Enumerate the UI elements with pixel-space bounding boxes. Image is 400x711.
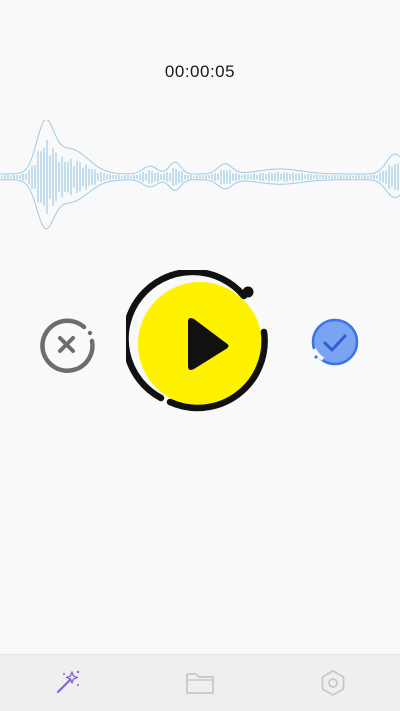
settings-hexagon-icon: [321, 670, 345, 696]
folder-icon: [186, 673, 214, 694]
check-circle-icon: [311, 318, 359, 366]
waveform-upper-envelope: [0, 120, 400, 175]
recorder-screen: 00:00:05: [0, 0, 400, 711]
bottom-tab-bar: [0, 654, 400, 711]
confirm-button[interactable]: [306, 315, 362, 371]
close-circle-icon: [40, 318, 95, 373]
elapsed-time: 00:00:05: [164, 62, 236, 81]
tab-settings[interactable]: [293, 655, 373, 711]
audio-waveform: [0, 120, 400, 230]
play-button[interactable]: [122, 268, 274, 418]
playback-controls: [0, 268, 400, 420]
waveform-lower-envelope: [0, 179, 400, 230]
play-icon: [122, 268, 268, 412]
magic-wand-icon: [56, 670, 79, 694]
tab-files[interactable]: [160, 655, 240, 711]
tab-effects[interactable]: [27, 655, 107, 711]
cancel-button[interactable]: [38, 315, 98, 375]
